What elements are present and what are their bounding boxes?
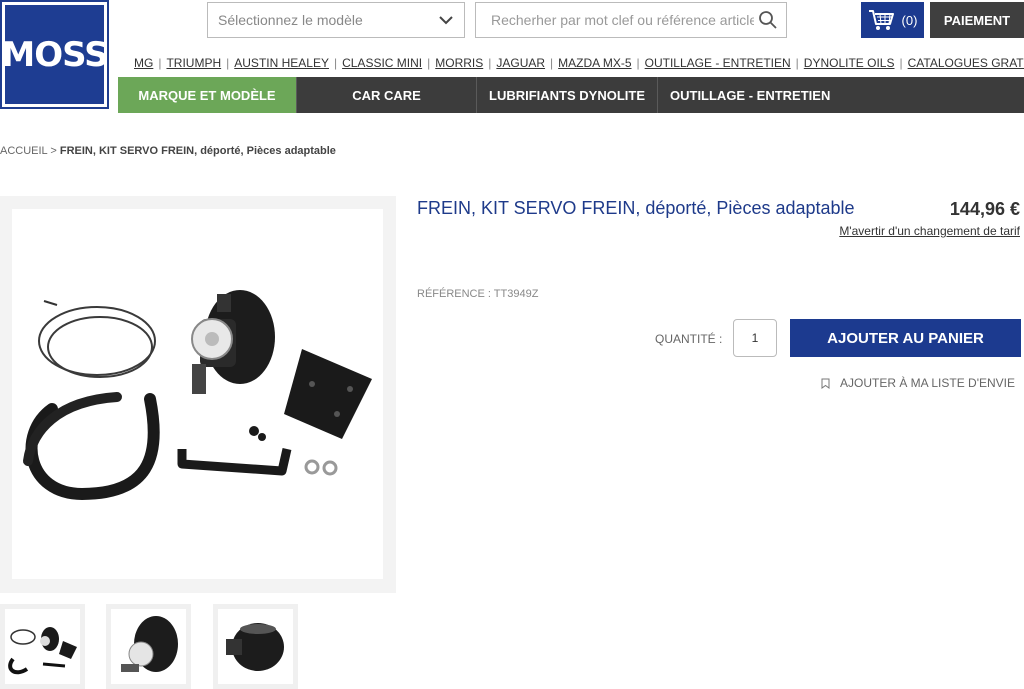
quantity-label: QUANTITÉ : (655, 332, 723, 346)
breadcrumb-separator: > (50, 145, 57, 157)
price-alert-link[interactable]: M'avertir d'un changement de tarif (839, 224, 1020, 238)
thumbnail-image (111, 609, 186, 684)
add-to-cart-button[interactable]: AJOUTER AU PANIER (790, 319, 1021, 357)
breadcrumb-home[interactable]: ACCUEIL (0, 145, 47, 157)
search-icon[interactable] (758, 10, 778, 30)
brand-link-classic-mini[interactable]: CLASSIC MINI (342, 56, 422, 70)
thumbnail-kit-icon (8, 627, 77, 675)
nav-car-care[interactable]: CAR CARE (297, 77, 477, 113)
breadcrumb: ACCUEIL > FREIN, KIT SERVO FREIN, déport… (0, 145, 336, 157)
wishlist-label: AJOUTER À MA LISTE D'ENVIE (840, 376, 1015, 390)
thumbnail-servo-side-icon (226, 623, 284, 671)
product-thumbnail-3[interactable] (213, 604, 298, 689)
bookmark-icon (821, 378, 830, 389)
brand-link-outillage[interactable]: OUTILLAGE - ENTRETIEN (645, 56, 791, 70)
brand-link-austin-healey[interactable]: AUSTIN HEALEY (234, 56, 329, 70)
breadcrumb-current: FREIN, KIT SERVO FREIN, déporté, Pièces … (59, 145, 336, 157)
logo-text: MOSS (1, 34, 108, 75)
brand-link-catalogues[interactable]: CATALOGUES GRATUITS (908, 56, 1024, 70)
brand-links: MG | TRIUMPH | AUSTIN HEALEY | CLASSIC MINI… (134, 56, 1024, 70)
nav-dynolite-lubricants[interactable]: LUBRIFIANTS DYNOLITE (477, 77, 658, 113)
cart-icon (868, 10, 894, 30)
moss-logo[interactable]: MOSS (0, 0, 109, 109)
thumbnail-image (218, 609, 293, 684)
wishlist-link[interactable]: AJOUTER À MA LISTE D'ENVIE (821, 376, 1015, 390)
cart-button[interactable]: (0) (861, 2, 924, 38)
product-title: FREIN, KIT SERVO FREIN, déporté, Pièces … (417, 198, 855, 218)
checkout-button[interactable]: PAIEMENT (930, 2, 1024, 38)
thumbnail-image (5, 609, 80, 684)
product-price: 144,96 € (949, 199, 1020, 219)
main-nav: MARQUE ET MODÈLE CAR CARE LUBRIFIANTS DY… (118, 77, 1024, 113)
brand-link-mazda-mx5[interactable]: MAZDA MX-5 (558, 56, 631, 70)
brand-link-mg[interactable]: MG (134, 56, 153, 70)
model-select-placeholder: Sélectionnez le modèle (218, 12, 363, 28)
product-image-frame (0, 196, 396, 593)
thumbnail-servo-icon (121, 616, 178, 672)
product-thumbnail-1[interactable] (0, 604, 85, 689)
brand-link-jaguar[interactable]: JAGUAR (496, 56, 545, 70)
product-reference: RÉFÉRENCE : TT3949Z (417, 288, 539, 300)
chevron-down-icon (439, 16, 453, 25)
product-main-image[interactable] (12, 209, 383, 579)
product-thumbnail-2[interactable] (106, 604, 191, 689)
brand-link-morris[interactable]: MORRIS (435, 56, 483, 70)
brand-link-triumph[interactable]: TRIUMPH (166, 56, 221, 70)
model-select[interactable]: Sélectionnez le modèle (207, 2, 465, 38)
nav-brand-model[interactable]: MARQUE ET MODÈLE (118, 77, 297, 113)
quantity-input[interactable] (733, 319, 777, 357)
servo-kit-illustration (23, 290, 372, 501)
brand-link-dynolite-oils[interactable]: DYNOLITE OILS (804, 56, 895, 70)
search-input[interactable] (491, 12, 754, 28)
nav-tools-maintenance[interactable]: OUTILLAGE - ENTRETIEN (658, 77, 836, 113)
cart-count: (0) (901, 12, 918, 28)
search-box (475, 2, 787, 38)
logo-background: MOSS (1, 5, 109, 104)
